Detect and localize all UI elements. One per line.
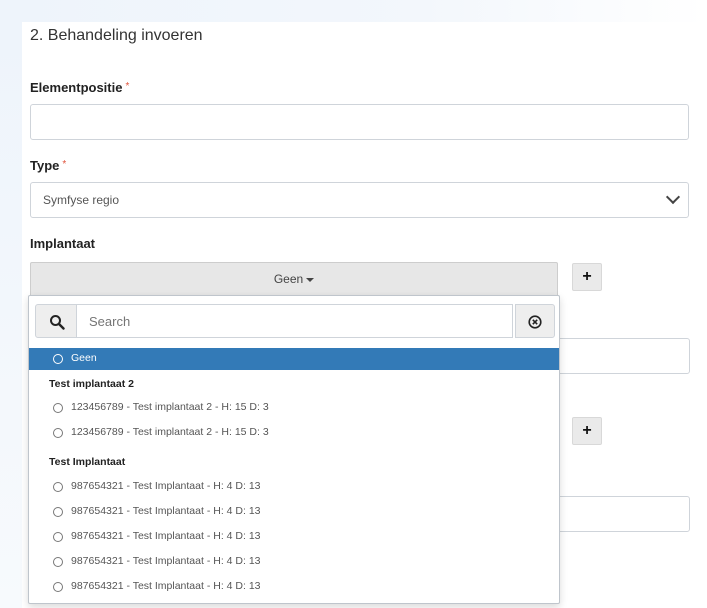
- group-header: Test implantaat 2: [49, 378, 134, 390]
- implantaat-label: Implantaat: [30, 236, 96, 251]
- option-label: 123456789 - Test implantaat 2 - H: 15 D:…: [71, 426, 269, 438]
- background-band-left: [0, 22, 22, 608]
- option-geen[interactable]: Geen: [29, 348, 559, 370]
- radio-icon: [53, 354, 63, 364]
- option-label: 987654321 - Test Implantaat - H: 4 D: 13: [71, 580, 261, 592]
- implantaat-dropdown-value: Geen: [273, 272, 304, 286]
- list-item[interactable]: 987654321 - Test Implantaat - H: 4 D: 13: [29, 526, 559, 548]
- search-addon: [35, 304, 77, 338]
- search-input[interactable]: [77, 304, 513, 338]
- clear-circle-icon: [528, 315, 542, 329]
- implantaat-dropdown-button[interactable]: Geen: [30, 262, 558, 297]
- list-item[interactable]: 123456789 - Test implantaat 2 - H: 15 D:…: [29, 422, 559, 444]
- radio-icon: [53, 582, 63, 592]
- section-title: 2. Behandeling invoeren: [30, 27, 203, 44]
- background-field[interactable]: [540, 496, 690, 532]
- caret-down-icon: [306, 277, 315, 282]
- required-marker: *: [62, 159, 67, 170]
- option-label: 987654321 - Test Implantaat - H: 4 D: 13: [71, 505, 261, 517]
- list-item[interactable]: 987654321 - Test Implantaat - H: 4 D: 13: [29, 551, 559, 573]
- clear-search-button[interactable]: [515, 304, 555, 338]
- add-button-secondary[interactable]: +: [572, 417, 602, 445]
- type-label: Type *: [30, 158, 66, 173]
- option-label: 987654321 - Test Implantaat - H: 4 D: 13: [71, 555, 261, 567]
- implantaat-dropdown-menu: Geen Test implantaat 2 123456789 - Test …: [28, 295, 560, 604]
- chevron-down-icon: [665, 189, 681, 205]
- radio-icon: [53, 403, 63, 413]
- list-item[interactable]: 987654321 - Test Implantaat - H: 4 D: 13: [29, 501, 559, 523]
- elementpositie-input[interactable]: [30, 104, 689, 140]
- list-item[interactable]: 987654321 - Test Implantaat - H: 4 D: 13: [29, 576, 559, 598]
- radio-icon: [53, 428, 63, 438]
- type-select-value: Symfyse regio: [43, 193, 120, 207]
- type-select[interactable]: Symfyse regio: [30, 182, 689, 218]
- list-item[interactable]: 123456789 - Test implantaat 2 - H: 15 D:…: [29, 397, 559, 419]
- radio-icon: [53, 557, 63, 567]
- list-item[interactable]: 987654321 - Test Implantaat - H: 4 D: 13: [29, 476, 559, 498]
- type-label-text: Type: [30, 158, 60, 173]
- search-icon: [50, 315, 65, 330]
- option-label: Geen: [71, 352, 97, 364]
- elementpositie-label: Elementpositie *: [30, 80, 129, 95]
- option-label: 987654321 - Test Implantaat - H: 4 D: 13: [71, 530, 261, 542]
- background-field[interactable]: [540, 338, 690, 374]
- radio-icon: [53, 507, 63, 517]
- required-marker: *: [125, 81, 130, 92]
- radio-icon: [53, 532, 63, 542]
- group-header: Test Implantaat: [49, 456, 126, 468]
- option-label: 987654321 - Test Implantaat - H: 4 D: 13: [71, 480, 261, 492]
- search-row: [35, 304, 555, 338]
- add-implantaat-button[interactable]: +: [572, 263, 602, 291]
- option-label: 123456789 - Test implantaat 2 - H: 15 D:…: [71, 401, 269, 413]
- background-band-top: [0, 0, 707, 22]
- elementpositie-label-text: Elementpositie: [30, 80, 123, 95]
- radio-icon: [53, 482, 63, 492]
